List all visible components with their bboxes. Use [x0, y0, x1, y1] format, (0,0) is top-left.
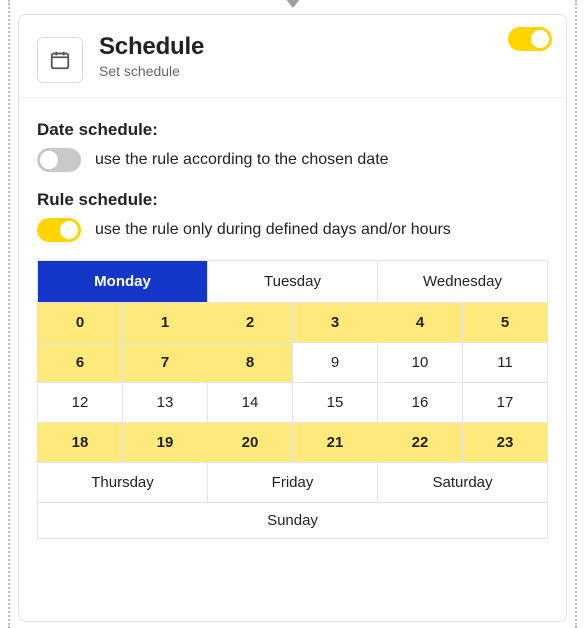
- card-title: Schedule: [99, 33, 204, 61]
- hour-cell[interactable]: 7: [123, 343, 208, 383]
- hour-cell[interactable]: 3: [293, 303, 378, 343]
- hour-cell[interactable]: 14: [208, 383, 293, 423]
- hour-cell[interactable]: 19: [123, 423, 208, 463]
- master-toggle[interactable]: [508, 27, 552, 51]
- hour-cell[interactable]: 22: [378, 423, 463, 463]
- rule-schedule-toggle[interactable]: [37, 218, 81, 242]
- date-schedule-row: use the rule according to the chosen dat…: [37, 148, 548, 172]
- date-schedule-toggle[interactable]: [37, 148, 81, 172]
- hour-cell[interactable]: 4: [378, 303, 463, 343]
- hour-cell[interactable]: 9: [293, 343, 378, 383]
- day-tab-saturday[interactable]: Saturday: [378, 463, 548, 503]
- day-header-row: Monday Tuesday Wednesday: [38, 261, 548, 303]
- date-schedule-label: Date schedule:: [37, 120, 548, 140]
- hour-cell[interactable]: 8: [208, 343, 293, 383]
- day-bottom-row: Thursday Friday Saturday: [38, 463, 548, 503]
- day-tab-sunday[interactable]: Sunday: [38, 503, 548, 539]
- hour-cell[interactable]: 16: [378, 383, 463, 423]
- schedule-table: Monday Tuesday Wednesday 0 1 2 3 4 5 6 7…: [37, 260, 548, 539]
- hour-cell[interactable]: 5: [463, 303, 548, 343]
- collapse-caret-icon: [285, 0, 301, 8]
- day-tab-wednesday[interactable]: Wednesday: [378, 261, 548, 303]
- day-tab-friday[interactable]: Friday: [208, 463, 378, 503]
- hour-cell[interactable]: 13: [123, 383, 208, 423]
- hour-cell[interactable]: 18: [38, 423, 123, 463]
- rule-schedule-row: use the rule only during defined days an…: [37, 218, 548, 242]
- hour-cell[interactable]: 11: [463, 343, 548, 383]
- card-subtitle: Set schedule: [99, 63, 204, 79]
- rule-schedule-description: use the rule only during defined days an…: [95, 221, 451, 239]
- hour-cell[interactable]: 23: [463, 423, 548, 463]
- day-sunday-row: Sunday: [38, 503, 548, 539]
- hour-cell[interactable]: 1: [123, 303, 208, 343]
- calendar-icon: [37, 37, 83, 83]
- date-schedule-description: use the rule according to the chosen dat…: [95, 151, 389, 169]
- day-tab-monday[interactable]: Monday: [38, 261, 208, 303]
- hour-cell[interactable]: 10: [378, 343, 463, 383]
- schedule-card: Schedule Set schedule Date schedule: use…: [18, 14, 567, 622]
- hour-cell[interactable]: 0: [38, 303, 123, 343]
- card-header: Schedule Set schedule: [19, 15, 566, 98]
- hour-cell[interactable]: 12: [38, 383, 123, 423]
- hour-cell[interactable]: 15: [293, 383, 378, 423]
- hour-cell[interactable]: 2: [208, 303, 293, 343]
- rule-schedule-label: Rule schedule:: [37, 190, 548, 210]
- hour-cell[interactable]: 21: [293, 423, 378, 463]
- hour-cell[interactable]: 17: [463, 383, 548, 423]
- hour-cell[interactable]: 20: [208, 423, 293, 463]
- hour-cell[interactable]: 6: [38, 343, 123, 383]
- day-tab-thursday[interactable]: Thursday: [38, 463, 208, 503]
- card-body: Date schedule: use the rule according to…: [19, 98, 566, 551]
- day-tab-tuesday[interactable]: Tuesday: [208, 261, 378, 303]
